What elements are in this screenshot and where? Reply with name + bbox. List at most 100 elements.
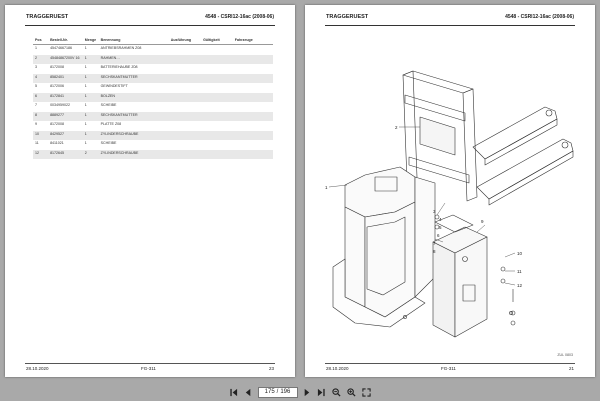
- table-row: 9 8172008 1 PLATTE Z08: [33, 121, 273, 131]
- table-cell: 2: [33, 54, 49, 64]
- col-header: Fahrzeuge: [232, 36, 273, 45]
- table-cell: [201, 121, 233, 131]
- table-cell: 1: [35, 46, 37, 50]
- table-cell: 1: [84, 65, 87, 69]
- table-row: 12 8172645 2 ZYLINDERSCHRAUBE: [33, 149, 273, 159]
- table-cell: BATTERIEHAUBE Z08: [100, 65, 138, 69]
- footer-code: FG-311: [441, 366, 456, 371]
- table-cell: [168, 54, 202, 64]
- table-row: 10 8429527 1 ZYLINDERSCHRAUBE: [33, 130, 273, 140]
- callout: 5: [439, 225, 442, 230]
- footer-divider: [25, 363, 275, 364]
- table-cell: SCHEIBE: [100, 141, 117, 145]
- last-page-icon: [317, 388, 325, 396]
- table-cell: 1: [84, 46, 87, 50]
- table-cell: [232, 54, 273, 64]
- table-cell: [201, 73, 233, 83]
- table-cell: [168, 149, 202, 159]
- forks: [472, 106, 574, 206]
- table-row: 6 8172841 1 BOLZEN: [33, 92, 273, 102]
- table-row: 3 8172008 1 BATTERIEHAUBE Z08: [33, 64, 273, 74]
- page-indicator[interactable]: 175 / 196: [257, 386, 298, 398]
- table-cell: [232, 149, 273, 159]
- last-page-button[interactable]: [316, 386, 328, 398]
- table-cell: 8172841: [48, 92, 83, 102]
- table-row: 7 0034959022 1 SCHEIBE: [33, 102, 273, 112]
- table-cell: [168, 73, 202, 83]
- callout: 11: [517, 269, 522, 274]
- zoom-in-button[interactable]: [346, 386, 358, 398]
- model-label: 4548 - CSRI12-16ac (2008-06): [505, 14, 574, 20]
- callout: 6: [437, 233, 440, 238]
- table-cell: PLATTE Z08: [100, 122, 122, 126]
- footer-page-number: 21: [568, 366, 574, 371]
- parts-table: Pos Bestell-Nr. Menge Benennung Ausführu…: [33, 36, 273, 159]
- table-cell: [232, 130, 273, 140]
- table-cell: 1: [84, 103, 87, 107]
- table-row: 11 8411021 1 SCHEIBE: [33, 140, 273, 150]
- table-cell: [201, 130, 233, 140]
- table-cell: 8172008: [50, 65, 65, 69]
- table-cell: 7: [35, 103, 37, 107]
- table-cell: 0034959022: [50, 103, 71, 107]
- zoom-out-icon: [332, 387, 341, 397]
- table-cell: BOLZEN: [98, 92, 169, 102]
- fullscreen-icon: [362, 387, 371, 397]
- table-cell: SECHSKANTMUTTER: [98, 111, 169, 121]
- viewer-toolbar: 175 / 196: [0, 383, 600, 401]
- callout: 1: [325, 185, 328, 190]
- col-header: Gültigkeit: [201, 36, 233, 45]
- table-cell: [233, 121, 273, 131]
- parts-table-body: 1 45474667186 1 ANTRIEBSRAHMEN Z08 2 45484867…: [33, 45, 273, 159]
- fullscreen-button[interactable]: [361, 386, 373, 398]
- table-cell: 8411021: [50, 141, 64, 145]
- table-cell: [232, 73, 273, 83]
- chassis: [332, 166, 436, 328]
- table-cell: 8582401: [48, 73, 83, 83]
- table-cell: ZYLINDERSCHRAUBE: [98, 149, 169, 159]
- table-row: 2 45484867200V 16 1 RAHMEN…: [33, 54, 273, 64]
- callout: 10: [517, 251, 523, 256]
- first-page-button[interactable]: [228, 386, 240, 398]
- table-cell: [169, 64, 201, 74]
- battery-hood: [432, 214, 488, 338]
- table-cell: 1: [82, 73, 99, 83]
- table-cell: SECHSKANTMUTTER: [98, 73, 169, 83]
- table-cell: [201, 54, 233, 64]
- table-cell: 11: [35, 141, 39, 145]
- table-row: 4 8582401 1 SECHSKANTMUTTER: [33, 73, 273, 83]
- table-cell: 8172645: [48, 149, 83, 159]
- table-cell: ANTRIEBSRAHMEN Z08: [100, 46, 142, 50]
- table-cell: SCHEIBE: [100, 103, 117, 107]
- right-page: TRAGGERUEST 4548 - CSRI12-16ac (2008-06): [305, 5, 595, 377]
- table-cell: [233, 45, 273, 55]
- table-cell: 8: [33, 111, 49, 121]
- table-cell: [169, 102, 201, 112]
- footer-date: 28.10.2020: [326, 366, 349, 371]
- table-cell: 1: [84, 84, 87, 88]
- col-header: Ausführung: [168, 36, 202, 45]
- table-cell: 3: [35, 65, 37, 69]
- figure-id: ZUL 0803: [557, 353, 573, 357]
- table-cell: [168, 130, 202, 140]
- previous-page-button[interactable]: [243, 386, 255, 398]
- table-row: 8 8889277 1 SECHSKANTMUTTER: [33, 111, 273, 121]
- model-label: 4548 - CSRI12-16ac (2008-06): [205, 14, 274, 20]
- table-cell: 5: [35, 84, 37, 88]
- table-cell: [169, 83, 201, 93]
- table-cell: [233, 83, 273, 93]
- table-cell: 45484867200V 16: [48, 54, 83, 64]
- table-cell: [201, 149, 233, 159]
- callout: 3: [433, 209, 436, 214]
- page-title: TRAGGERUEST: [26, 14, 69, 20]
- table-cell: ZYLINDERSCHRAUBE: [98, 130, 169, 140]
- header-divider: [325, 25, 575, 26]
- footer-divider: [325, 363, 575, 364]
- exploded-view-diagram: 2 1 3 4 5 6 7 8 9 10 11 12: [325, 70, 574, 338]
- zoom-out-button[interactable]: [331, 386, 343, 398]
- table-cell: 9: [35, 122, 37, 126]
- next-page-button[interactable]: [301, 386, 313, 398]
- table-cell: [232, 92, 273, 102]
- col-header: Bestell-Nr.: [48, 36, 83, 45]
- total-pages: 196: [280, 389, 291, 395]
